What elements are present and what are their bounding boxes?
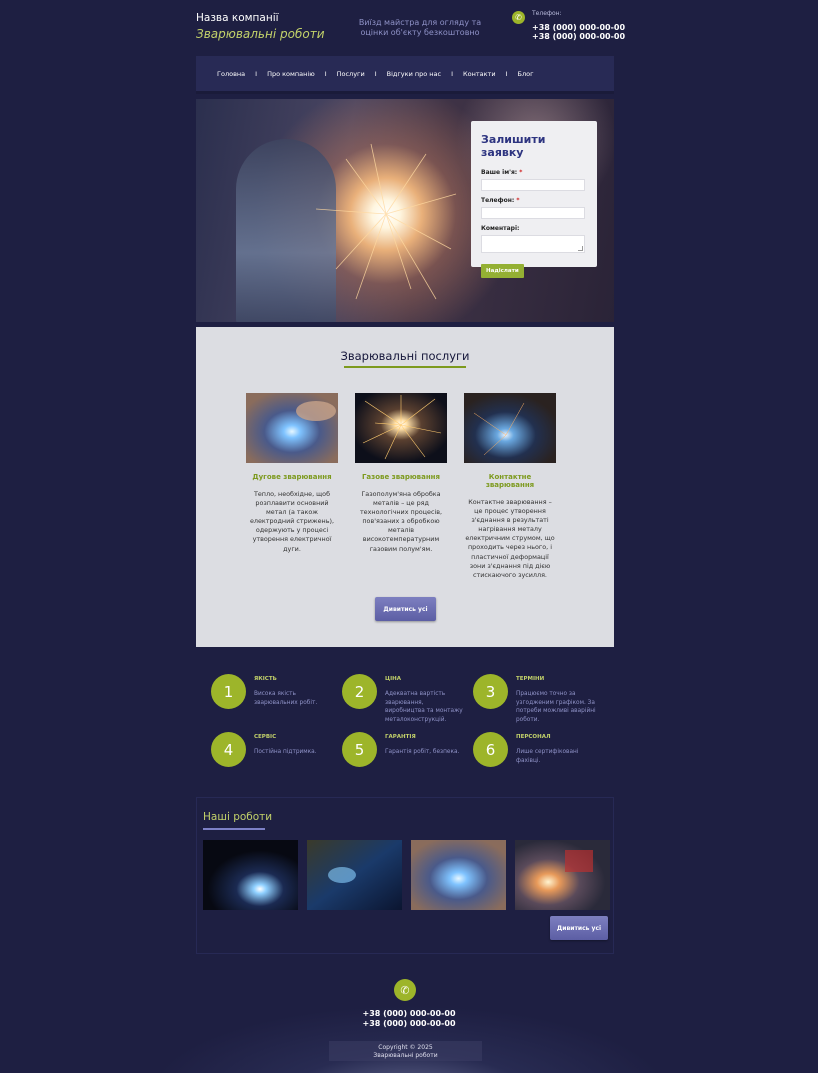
company-tagline: Зварювальні роботи [196,27,325,41]
phone-label: Телефон: [532,10,562,17]
feature-title: ЯКІСТЬ [254,676,277,682]
service-name[interactable]: Дугове зварювання [246,473,338,481]
nav-item-about[interactable]: Про компанію [267,70,315,78]
feature-number: 6 [473,732,508,767]
request-form: Залишити заявку Ваше ім'я: * Телефон: * … [471,121,597,278]
work-image[interactable] [203,840,298,910]
nav-item-blog[interactable]: Блог [518,70,534,78]
header-note: Виїзд майстра для огляду та оцінки об'єк… [358,18,482,37]
feature-desc: Лише сертифіковані фахівці. [516,749,579,764]
feature-item: 1 ЯКІСТЬ Висока якість зварювальних робі… [211,674,331,724]
comment-textarea[interactable] [481,235,585,253]
phone-field-label: Телефон: * [481,197,520,204]
service-card: Дугове зварювання Тепло, необхідне, щоб … [246,393,338,554]
services-title-underline [344,366,466,368]
feature-desc: Постійна підтримка. [254,749,317,755]
header-phone-1[interactable]: +38 (000) 000-00-00 [532,23,625,32]
hero-banner: Залишити заявку Ваше ім'я: * Телефон: * … [196,99,614,322]
comment-label: Коментарі: [481,225,520,232]
name-input[interactable] [481,179,585,191]
service-name[interactable]: Газове зварювання [355,473,447,481]
works-view-all-button[interactable]: Дивитись усі [550,916,608,940]
footer: ✆ +38 (000) 000-00-00 +38 (000) 000-00-0… [0,955,818,1073]
feature-desc: Адекватна вартість зварювання, виробницт… [385,691,463,723]
nav-separator: I [324,69,327,78]
service-desc: Контактне зварювання – це процес утворен… [465,498,555,579]
feature-desc: Гарантія робіт, безпека. [385,749,460,755]
feature-item: 4 СЕРВІС Постійна підтримка. [211,732,331,782]
phone-icon: ✆ [512,11,525,24]
phone-icon: ✆ [394,979,416,1001]
company-name: Назва компанії [196,12,279,24]
nav-item-reviews[interactable]: Відгуки про нас [387,70,441,78]
service-card: Контактне зварювання Контактне зварюванн… [464,393,556,580]
nav-separator: I [505,69,508,78]
feature-title: СЕРВІС [254,734,277,740]
service-desc: Газополум'яна обробка металів – це ряд т… [359,490,443,553]
header-phone-2[interactable]: +38 (000) 000-00-00 [532,32,625,41]
submit-button[interactable]: Надіслати [481,264,524,278]
copyright: Copyright © 2025 Зварювальні роботи [329,1041,482,1061]
copyright-subtext: Зварювальні роботи [373,1051,438,1059]
feature-number: 4 [211,732,246,767]
works-title: Наші роботи [203,811,273,823]
service-image-contact[interactable] [464,393,556,463]
feature-desc: Висока якість зварювальних робіт. [254,691,318,706]
works-title-underline [203,828,265,830]
phone-input[interactable] [481,207,585,219]
feature-item: 6 ПЕРСОНАЛ Лише сертифіковані фахівці. [473,732,593,782]
feature-desc: Працюємо точно за узгодженим графіком. З… [516,691,596,723]
feature-item: 2 ЦІНА Адекватна вартість зварювання, ви… [342,674,463,724]
feature-title: ЦІНА [385,676,402,682]
request-form-title: Залишити заявку [481,133,546,159]
feature-title: ТЕРМІНИ [516,676,545,682]
feature-number: 3 [473,674,508,709]
nav-separator: I [374,69,377,78]
nav-separator: I [451,69,454,78]
company-brand: Назва компанії Зварювальні роботи [196,12,325,41]
main-nav: Головна I Про компанію I Послуги I Відгу… [196,56,614,94]
work-image[interactable] [515,840,610,910]
service-name[interactable]: Контактне зварювання [464,473,556,489]
work-image[interactable] [411,840,506,910]
services-view-all-button[interactable]: Дивитись усі [375,597,436,621]
nav-separator: I [255,69,258,78]
service-image-arc[interactable] [246,393,338,463]
feature-title: ПЕРСОНАЛ [516,734,551,740]
feature-item: 5 ГАРАНТІЯ Гарантія робіт, безпека. [342,732,462,782]
nav-item-services[interactable]: Послуги [337,70,365,78]
feature-title: ГАРАНТІЯ [385,734,416,740]
feature-number: 1 [211,674,246,709]
feature-number: 2 [342,674,377,709]
footer-phone-2[interactable]: +38 (000) 000-00-00 [309,1019,509,1028]
footer-phone-1[interactable]: +38 (000) 000-00-00 [309,1009,509,1018]
copyright-text: Copyright © 2025 [378,1044,433,1051]
work-image[interactable] [307,840,402,910]
service-image-gas[interactable] [355,393,447,463]
services-section: Зварювальні послуги Дугове зварювання Те… [196,327,614,647]
feature-item: 3 ТЕРМІНИ Працюємо точно за узгодженим г… [473,674,596,724]
nav-item-home[interactable]: Головна [217,70,245,78]
works-section: Наші роботи Дивитись усі [196,797,614,954]
feature-number: 5 [342,732,377,767]
service-desc: Тепло, необхідне, щоб розплавити основни… [249,490,335,553]
service-card: Газове зварювання Газополум'яна обробка … [355,393,447,554]
nav-item-contacts[interactable]: Контакти [463,70,496,78]
name-label: Ваше ім'я: * [481,169,523,176]
services-title: Зварювальні послуги [340,349,470,363]
